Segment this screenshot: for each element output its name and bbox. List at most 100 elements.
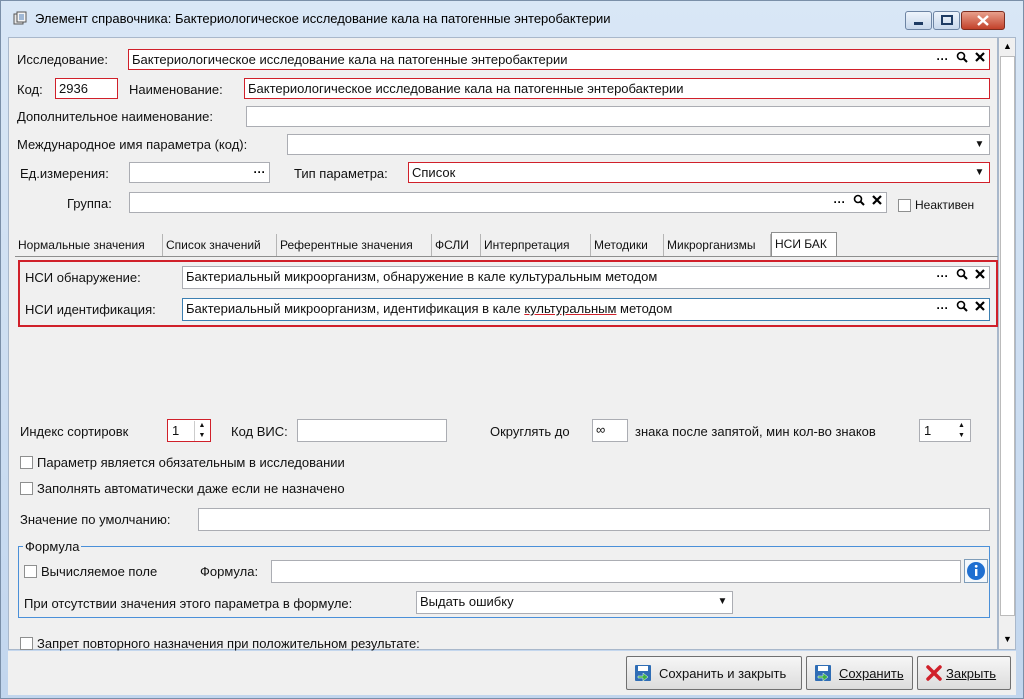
- minimize-icon: [914, 22, 923, 25]
- formula-label: Формула:: [200, 564, 259, 579]
- save-button[interactable]: Сохранить: [806, 656, 913, 690]
- group-label: Группа:: [67, 196, 112, 211]
- chevron-down-icon[interactable]: ▼: [972, 136, 987, 153]
- code-label: Код:: [17, 82, 43, 97]
- param-type-dropdown[interactable]: Список ▼: [408, 162, 990, 183]
- formula-group-title: Формула: [23, 539, 82, 554]
- save-icon: [815, 665, 831, 682]
- scroll-up-icon[interactable]: ▲: [1000, 39, 1015, 54]
- nsi-identification-field[interactable]: Бактериальный микроорганизм, идентификац…: [182, 298, 990, 321]
- scroll-thumb[interactable]: [1000, 56, 1015, 616]
- spin-down-icon[interactable]: ▼: [194, 431, 209, 441]
- inactive-checkbox[interactable]: [898, 199, 911, 212]
- inactive-label: Неактивен: [915, 198, 975, 212]
- tab-nsi-bak[interactable]: НСИ БАК: [771, 232, 837, 256]
- decimals-label: знака после запятой, мин кол-во знаков: [635, 424, 876, 439]
- tab-value-list[interactable]: Список значений: [163, 234, 277, 256]
- default-value-field[interactable]: [198, 508, 990, 531]
- round-field[interactable]: ∞: [592, 419, 628, 442]
- clear-icon[interactable]: [868, 194, 885, 211]
- tab-microorganisms[interactable]: Микрорганизмы: [664, 234, 771, 256]
- sort-index-spinner[interactable]: 1 ▲ ▼: [167, 419, 211, 442]
- search-icon[interactable]: [850, 194, 867, 211]
- round-label: Округлять до: [490, 424, 570, 439]
- formula-field[interactable]: [271, 560, 961, 583]
- nsi-identification-value-word: культуральным: [524, 301, 617, 316]
- ellipsis-icon[interactable]: ···: [831, 194, 848, 211]
- search-icon[interactable]: [953, 51, 970, 68]
- nsi-identification-value-post: методом: [616, 301, 673, 316]
- missing-value-label: При отсутствии значения этого параметра …: [24, 596, 353, 611]
- no-repeat-checkbox[interactable]: [20, 637, 33, 650]
- research-label: Исследование:: [17, 52, 108, 67]
- research-field[interactable]: Бактериологическое исследование кала на …: [128, 49, 990, 70]
- name-label: Наименование:: [129, 82, 223, 97]
- min-digits-value: 1: [924, 423, 932, 438]
- close-red-icon: [926, 665, 942, 681]
- additional-name-field[interactable]: [246, 106, 990, 127]
- tab-interpretation[interactable]: Интерпретация: [481, 234, 591, 256]
- no-repeat-label: Запрет повторного назначения при положит…: [37, 636, 420, 651]
- nsi-identification-value-pre: Бактериальный микроорганизм, идентификац…: [186, 301, 525, 316]
- save-close-button[interactable]: Сохранить и закрыть: [626, 656, 802, 690]
- calculated-label: Вычисляемое поле: [41, 564, 158, 579]
- code-field[interactable]: 2936: [55, 78, 118, 99]
- nsi-detection-field[interactable]: Бактериальный микроорганизм, обнаружение…: [182, 266, 990, 289]
- tab-fsli[interactable]: ФСЛИ: [432, 234, 481, 256]
- missing-value-dropdown[interactable]: Выдать ошибку ▼: [416, 591, 733, 614]
- info-icon: [967, 562, 985, 580]
- save-label: Сохранить: [839, 666, 904, 681]
- param-type-value: Список: [412, 165, 456, 180]
- tab-methods[interactable]: Методики: [591, 234, 664, 256]
- ellipsis-icon[interactable]: ···: [251, 164, 268, 181]
- unit-field[interactable]: ···: [129, 162, 270, 183]
- vertical-scrollbar[interactable]: ▲ ▼: [998, 37, 1016, 650]
- intl-name-label: Международное имя параметра (код):: [17, 137, 248, 152]
- button-bar: Сохранить и закрыть Сохранить Закрыть: [8, 651, 1016, 695]
- ellipsis-icon[interactable]: ···: [934, 300, 951, 317]
- chevron-down-icon[interactable]: ▼: [715, 593, 730, 610]
- clear-icon[interactable]: [971, 268, 988, 285]
- name-field[interactable]: Бактериологическое исследование кала на …: [244, 78, 990, 99]
- nsi-detection-value: Бактериальный микроорганизм, обнаружение…: [186, 269, 658, 284]
- vis-code-label: Код ВИС:: [231, 424, 288, 439]
- maximize-button[interactable]: [933, 11, 960, 30]
- dialog-window: Элемент справочника: Бактериологическое …: [0, 0, 1024, 699]
- required-checkbox[interactable]: [20, 456, 33, 469]
- tab-reference-values[interactable]: Референтные значения: [277, 234, 432, 256]
- search-icon[interactable]: [953, 300, 970, 317]
- search-icon[interactable]: [953, 268, 970, 285]
- calculated-checkbox[interactable]: [24, 565, 37, 578]
- spin-up-icon[interactable]: ▲: [194, 421, 209, 431]
- spin-down-icon[interactable]: ▼: [954, 431, 969, 441]
- minimize-button[interactable]: [905, 11, 932, 30]
- autofill-checkbox[interactable]: [20, 482, 33, 495]
- required-label: Параметр является обязательным в исследо…: [37, 455, 345, 470]
- intl-name-dropdown[interactable]: ▼: [287, 134, 990, 155]
- clear-icon[interactable]: [971, 51, 988, 68]
- info-button[interactable]: [964, 559, 988, 583]
- tab-divider: [15, 256, 999, 257]
- title-bar: Элемент справочника: Бактериологическое …: [1, 1, 1023, 35]
- round-value: ∞: [596, 422, 606, 437]
- scroll-down-icon[interactable]: ▼: [1000, 632, 1015, 647]
- spin-up-icon[interactable]: ▲: [954, 421, 969, 431]
- min-digits-spinner[interactable]: 1 ▲ ▼: [919, 419, 971, 442]
- default-value-label: Значение по умолчанию:: [20, 512, 171, 527]
- param-type-label: Тип параметра:: [294, 166, 388, 181]
- ellipsis-icon[interactable]: ···: [934, 51, 951, 68]
- clear-icon[interactable]: [971, 300, 988, 317]
- sort-index-label: Индекс сортировк: [20, 424, 129, 439]
- close-window-button[interactable]: [961, 11, 1005, 30]
- vis-code-field[interactable]: [297, 419, 447, 442]
- maximize-icon: [941, 15, 953, 25]
- tab-normal-values[interactable]: Нормальные значения: [15, 234, 163, 256]
- additional-name-label: Дополнительное наименование:: [17, 109, 213, 124]
- form-content: Исследование: Бактериологическое исследо…: [8, 37, 999, 651]
- chevron-down-icon[interactable]: ▼: [972, 164, 987, 181]
- close-button[interactable]: Закрыть: [917, 656, 1011, 690]
- group-field[interactable]: ···: [129, 192, 887, 213]
- ellipsis-icon[interactable]: ···: [934, 268, 951, 285]
- close-icon: [977, 15, 989, 26]
- autofill-label: Заполнять автоматически даже если не наз…: [37, 481, 345, 496]
